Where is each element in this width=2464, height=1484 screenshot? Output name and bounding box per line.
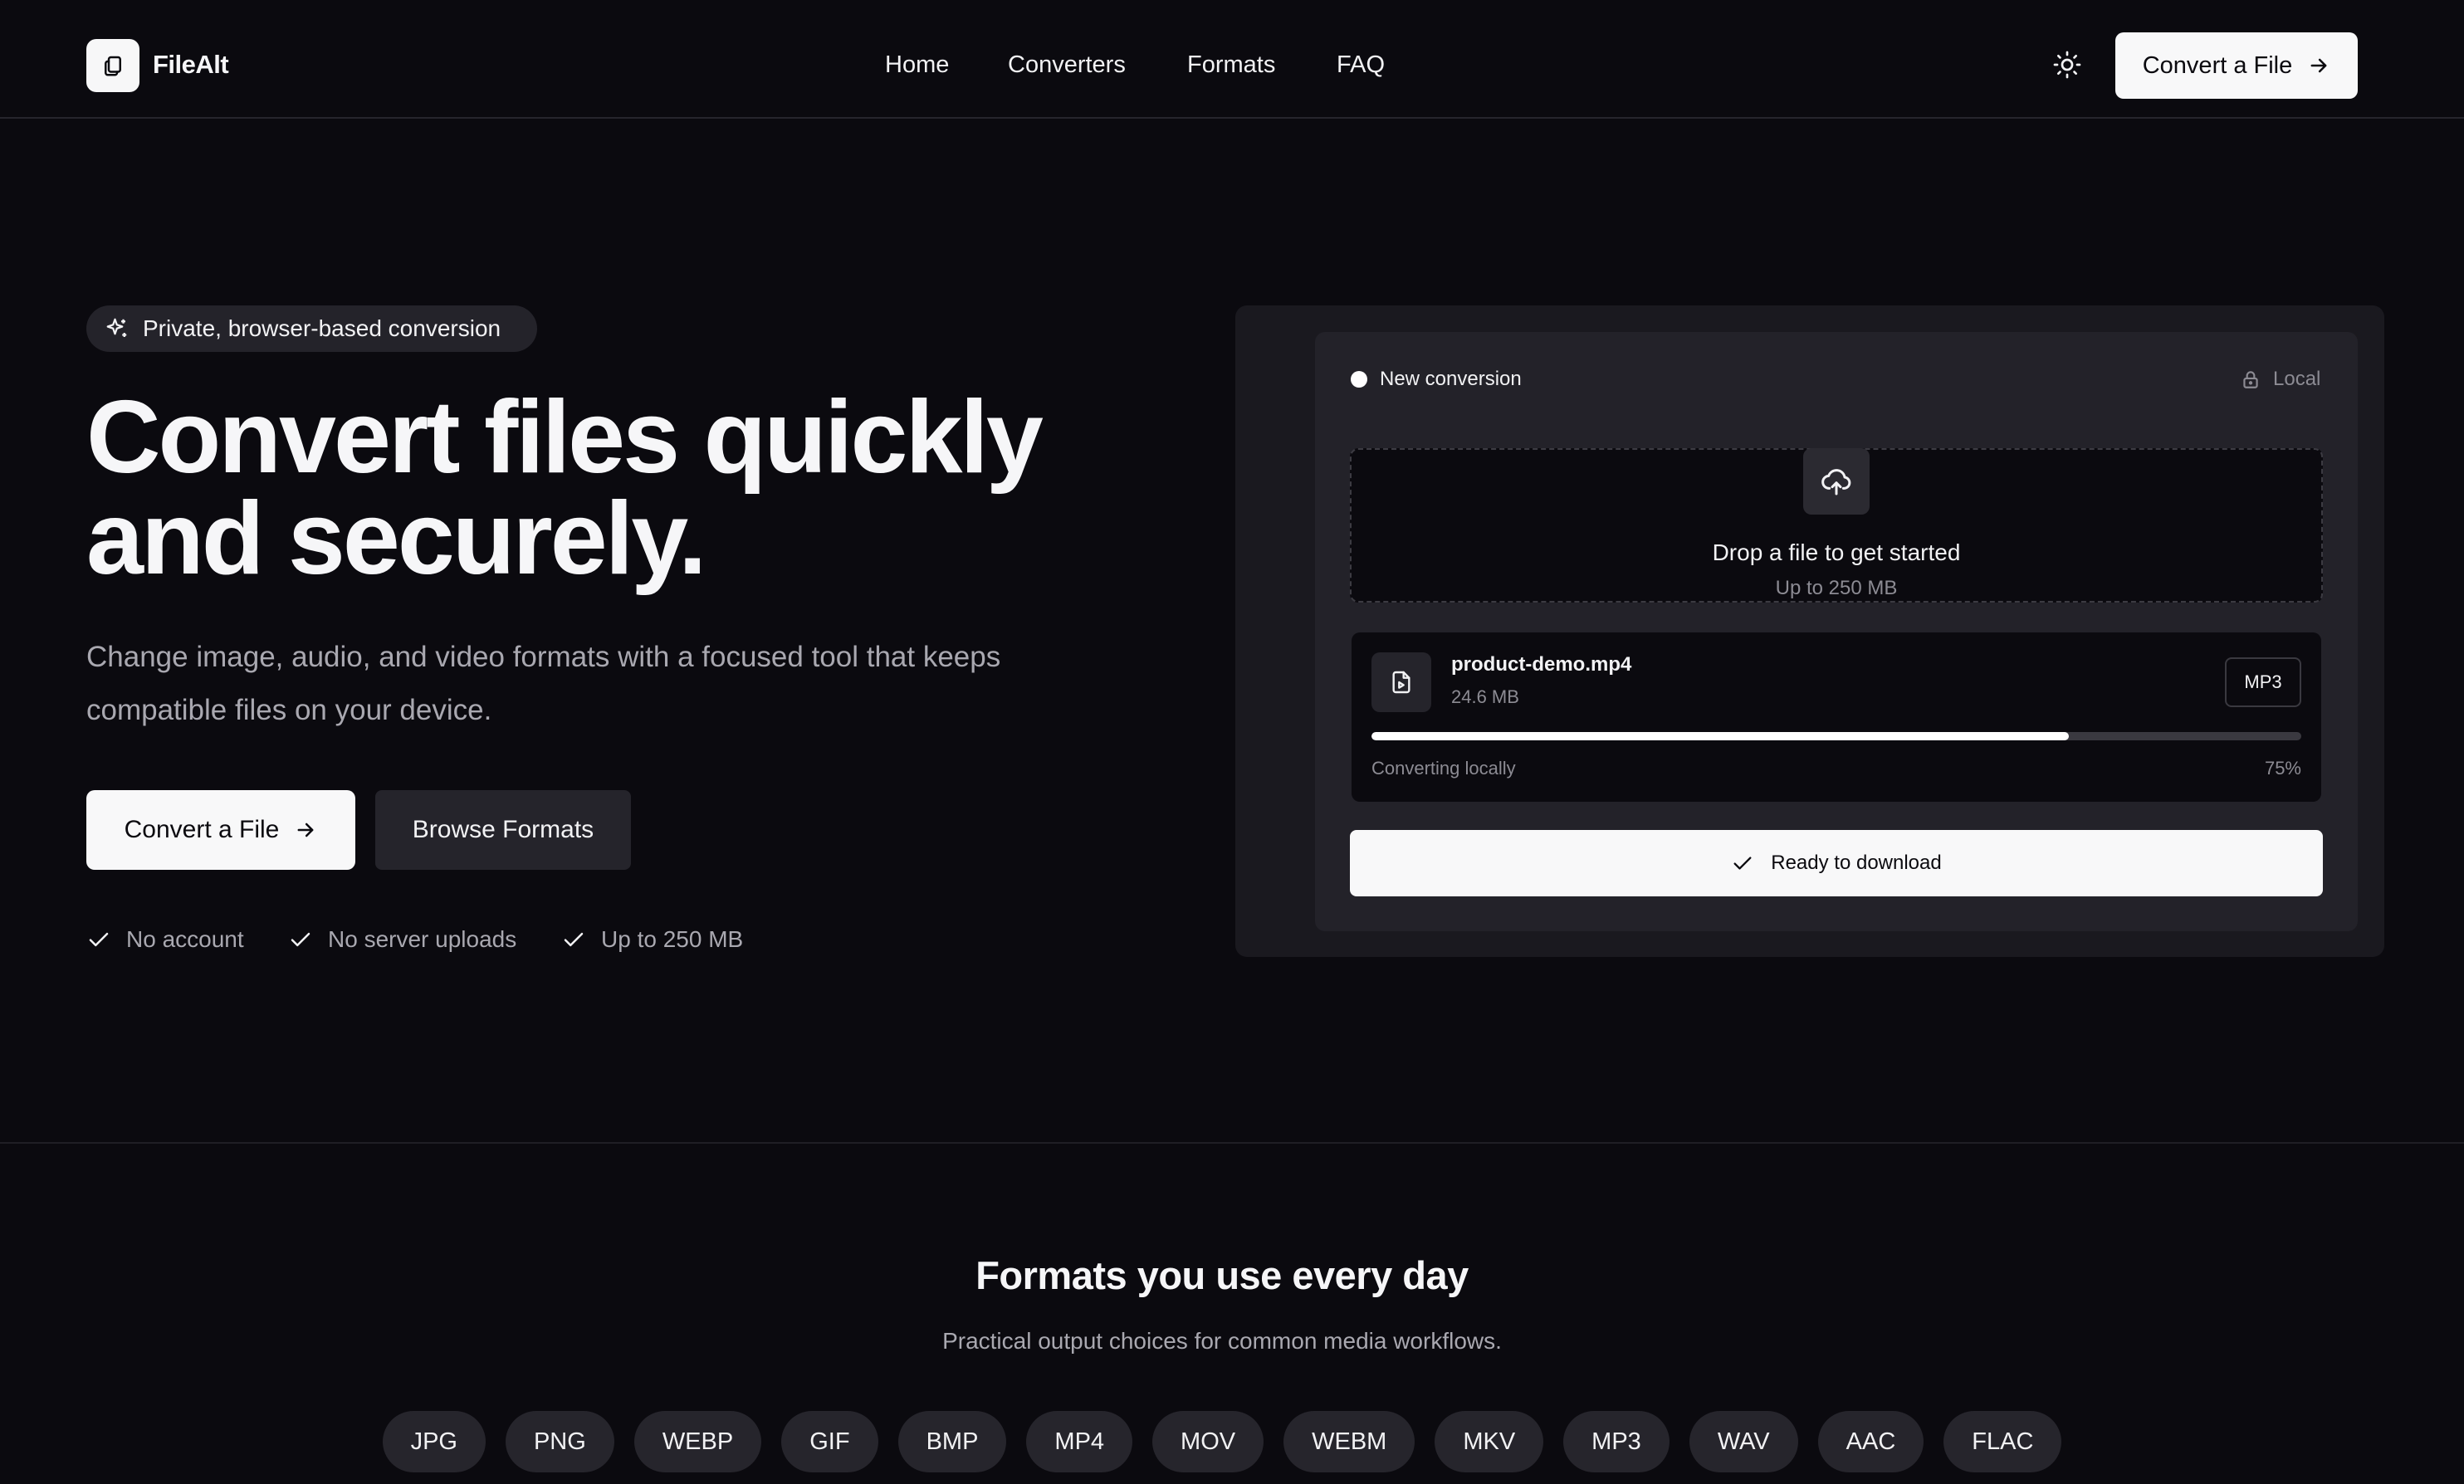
nav-home[interactable]: Home — [885, 46, 949, 83]
download-button[interactable]: Ready to download — [1350, 830, 2323, 896]
file-size: 24.6 MB — [1451, 686, 1519, 707]
format-chip-aac[interactable]: AAC — [1817, 1411, 1924, 1472]
lock-icon — [2243, 371, 2258, 388]
feature-label: No server uploads — [328, 926, 517, 952]
header-convert-button[interactable]: Convert a File — [2115, 32, 2358, 99]
check-icon — [89, 932, 109, 947]
format-chip-bmp[interactable]: BMP — [897, 1411, 1007, 1472]
progress-percentage: 75% — [2264, 758, 2301, 779]
video-file-icon — [1371, 652, 1431, 712]
format-chip-flac[interactable]: FLAC — [1943, 1411, 2062, 1472]
site-header: FileAlt Home Converters Formats FAQ Conv… — [0, 0, 2464, 119]
hero-convert-label: Convert a File — [124, 816, 280, 843]
arrow-right-icon — [2310, 58, 2327, 73]
hero-subtext: Change image, audio, and video formats w… — [86, 641, 1001, 726]
hero-headline-line-2: and securely. — [86, 481, 706, 596]
format-chip-wav[interactable]: WAV — [1689, 1411, 1798, 1472]
output-format-value: MP3 — [2244, 671, 2282, 692]
dropzone-subtitle: Up to 250 MB — [1775, 577, 1898, 599]
feature-label: Up to 250 MB — [601, 926, 744, 952]
formats-section-subtitle: Practical output choices for common medi… — [942, 1328, 1502, 1354]
hero-headline-line-1: Convert files quickly — [86, 380, 1044, 495]
check-icon — [564, 932, 584, 947]
nav-formats[interactable]: Formats — [1187, 46, 1275, 83]
dropzone-title: Drop a file to get started — [1712, 539, 1961, 565]
local-badge-label: Local — [2273, 368, 2321, 390]
brand-name[interactable]: FileAlt — [153, 46, 229, 83]
conversion-progress-fill — [1371, 732, 2069, 740]
format-chip-webm[interactable]: WEBM — [1283, 1411, 1415, 1472]
format-chip-list: JPG PNG WEBP GIF BMP MP4 MOV WEBM MKV MP… — [0, 1411, 2444, 1472]
format-chip-webp[interactable]: WEBP — [633, 1411, 762, 1472]
format-chip-mp4[interactable]: MP4 — [1026, 1411, 1133, 1472]
browse-formats-button[interactable]: Browse Formats — [375, 790, 631, 870]
cloud-upload-icon — [1803, 448, 1870, 515]
format-chip-jpg[interactable]: JPG — [382, 1411, 486, 1472]
format-chip-png[interactable]: PNG — [505, 1411, 614, 1472]
format-chip-gif[interactable]: GIF — [781, 1411, 878, 1472]
browse-formats-label: Browse Formats — [412, 816, 594, 843]
privacy-badge: Private, browser-based conversion — [86, 305, 537, 352]
feature-no-account: No account — [86, 923, 244, 956]
format-chip-mp3[interactable]: MP3 — [1563, 1411, 1670, 1472]
theme-toggle-sun-icon[interactable] — [2052, 50, 2082, 80]
conversion-status-label: New conversion — [1380, 368, 1522, 390]
file-name: product-demo.mp4 — [1451, 653, 1632, 676]
check-icon — [291, 932, 310, 947]
output-format-select[interactable]: MP3 — [2225, 657, 2301, 707]
nav-converters[interactable]: Converters — [1008, 46, 1126, 83]
feature-no-server-uploads: No server uploads — [288, 923, 516, 956]
header-convert-label: Convert a File — [2142, 51, 2293, 79]
status-dot-icon — [1351, 371, 1367, 388]
sparkles-icon — [106, 318, 127, 337]
format-chip-mov[interactable]: MOV — [1152, 1411, 1264, 1472]
download-button-label: Ready to download — [1771, 852, 1942, 874]
arrow-right-icon — [297, 823, 314, 837]
progress-label: Converting locally — [1371, 758, 1516, 779]
hero-convert-button[interactable]: Convert a File — [86, 790, 355, 870]
conversion-progress-bar — [1371, 732, 2301, 740]
formats-section-title: Formats you use every day — [975, 1253, 1469, 1297]
format-chip-mkv[interactable]: MKV — [1435, 1411, 1544, 1472]
check-icon — [1733, 857, 1752, 870]
logo-icon[interactable] — [86, 39, 139, 92]
local-badge: Local — [2240, 365, 2320, 393]
nav-faq[interactable]: FAQ — [1337, 46, 1385, 83]
feature-label: No account — [126, 926, 244, 952]
privacy-badge-label: Private, browser-based conversion — [143, 315, 501, 341]
section-divider — [0, 1142, 2464, 1144]
hero-headline: Convert files quickly and securely. — [86, 380, 1166, 596]
feature-size-limit: Up to 250 MB — [561, 923, 743, 956]
